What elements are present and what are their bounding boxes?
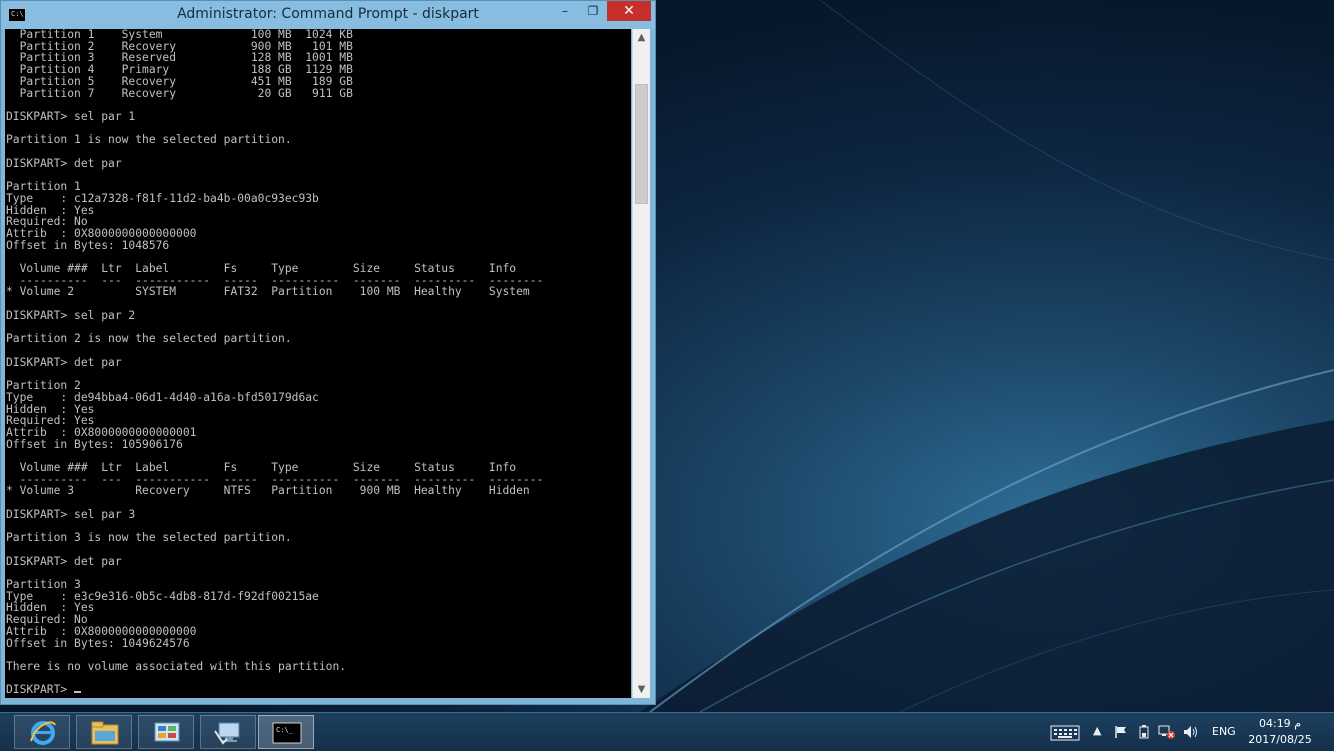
console-line: DISKPART>	[6, 683, 75, 697]
clock-time[interactable]: 04:19 م	[1256, 717, 1304, 730]
console-line: Partition 7 Recovery 20 GB 911 GB	[6, 86, 353, 100]
text-cursor	[74, 691, 82, 694]
taskbar-internet-explorer[interactable]	[14, 715, 70, 749]
console-line: * Volume 3 Recovery NTFS Partition 900 M…	[6, 484, 530, 498]
taskbar: C:\_ ▲ ENG 04:19 م 2017/08/25	[0, 712, 1334, 751]
console-line: Partition 3 is now the selected partitio…	[6, 531, 292, 545]
power-battery-icon[interactable]	[1136, 724, 1152, 740]
command-prompt-window[interactable]: C:\ Administrator: Command Prompt - disk…	[0, 0, 656, 705]
internet-explorer-icon	[30, 721, 56, 745]
taskbar-remote-desktop[interactable]	[200, 715, 256, 749]
remote-desktop-icon	[214, 722, 240, 745]
command-prompt-icon-label: C:\_	[276, 726, 294, 734]
console-line: DISKPART> det par	[6, 554, 122, 568]
console-line: Offset in Bytes: 105906176	[6, 437, 183, 451]
volume-icon[interactable]	[1182, 724, 1200, 740]
file-explorer-icon	[91, 721, 119, 745]
console-line: * Volume 2 SYSTEM FAT32 Partition 100 MB…	[6, 285, 530, 299]
scroll-up-arrow-icon[interactable]: ▲	[633, 29, 650, 46]
console-line: DISKPART> sel par 1	[6, 109, 136, 123]
network-disconnected-icon[interactable]	[1158, 724, 1176, 740]
console-text: Partition 1 System 100 MB 1024 KB Partit…	[5, 29, 631, 696]
command-prompt-icon: C:\_	[272, 722, 302, 744]
clock-date[interactable]: 2017/08/25	[1248, 733, 1312, 746]
action-center-flag-icon[interactable]	[1114, 725, 1128, 739]
touch-keyboard-icon[interactable]	[1050, 725, 1080, 741]
vertical-scrollbar[interactable]: ▲ ▼	[632, 29, 650, 698]
console-line: Partition 2 is now the selected partitio…	[6, 332, 292, 346]
console-line: Offset in Bytes: 1049624576	[6, 636, 190, 650]
maximize-button[interactable]: ❐	[579, 1, 607, 21]
taskbar-file-explorer[interactable]	[76, 715, 132, 749]
show-hidden-icons-icon[interactable]: ▲	[1093, 724, 1101, 737]
minimize-button[interactable]: –	[551, 1, 579, 21]
console-line: There is no volume associated with this …	[6, 659, 347, 673]
taskbar-control-panel[interactable]	[138, 715, 194, 749]
scroll-down-arrow-icon[interactable]: ▼	[633, 681, 650, 698]
console-line: DISKPART> det par	[6, 156, 122, 170]
console-line: Partition 1 is now the selected partitio…	[6, 133, 292, 147]
console-line: DISKPART> sel par 3	[6, 507, 136, 521]
window-titlebar[interactable]: C:\ Administrator: Command Prompt - disk…	[1, 1, 655, 29]
close-button[interactable]: ✕	[607, 1, 651, 21]
console-output[interactable]: Partition 1 System 100 MB 1024 KB Partit…	[5, 29, 631, 698]
control-panel-icon	[154, 722, 180, 742]
console-line: DISKPART> det par	[6, 355, 122, 369]
input-language-indicator[interactable]: ENG	[1212, 725, 1236, 738]
taskbar-command-prompt[interactable]: C:\_	[258, 715, 314, 749]
scroll-thumb[interactable]	[635, 84, 648, 204]
console-line: DISKPART> sel par 2	[6, 308, 136, 322]
console-line: Offset in Bytes: 1048576	[6, 238, 170, 252]
